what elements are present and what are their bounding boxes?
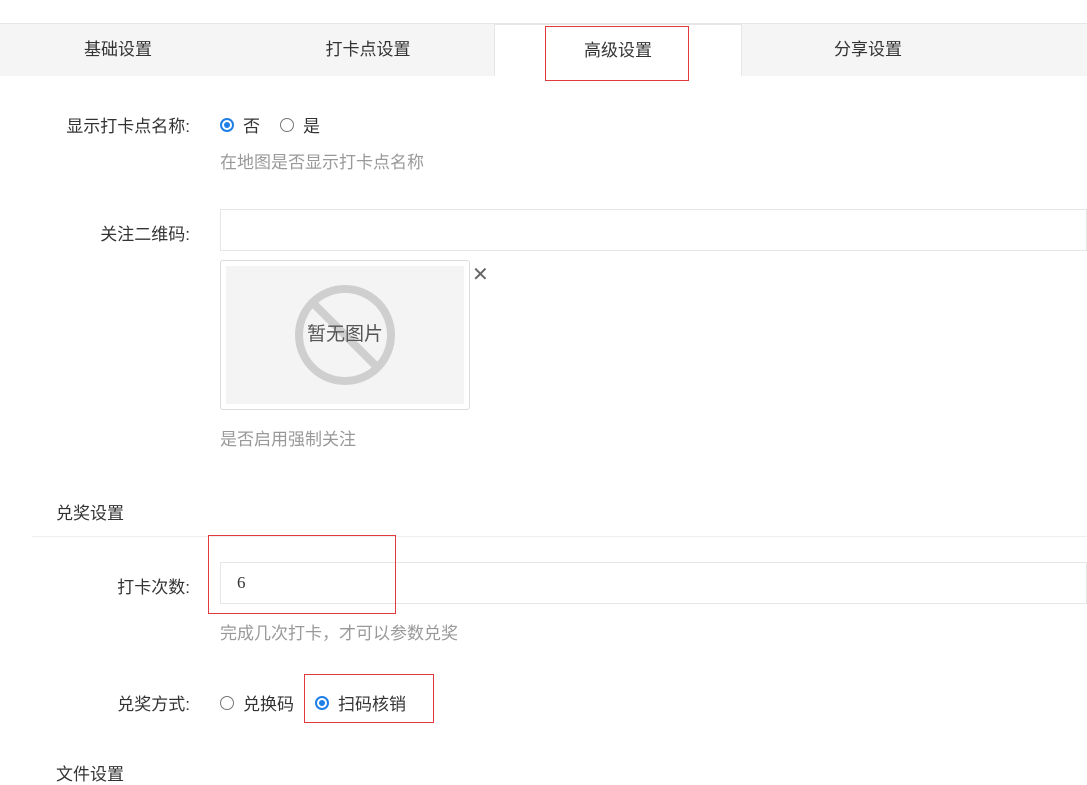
remove-image-icon[interactable]: ✕ xyxy=(472,262,489,287)
show-name-label: 显示打卡点名称: xyxy=(66,117,190,136)
radio-label: 兑换码 xyxy=(243,695,294,714)
checkin-count-hint: 完成几次打卡，才可以参数兑奖 xyxy=(220,624,458,643)
tab-checkin-point-settings[interactable]: 打卡点设置 xyxy=(244,24,492,76)
next-section-title: 文件设置 xyxy=(56,765,124,784)
radio-checked-icon xyxy=(315,695,329,710)
tab-share-settings[interactable]: 分享设置 xyxy=(744,24,992,76)
show-name-hint: 在地图是否显示打卡点名称 xyxy=(220,153,424,172)
no-image-text: 暂无图片 xyxy=(306,324,383,345)
no-image-placeholder: 暂无图片 xyxy=(226,266,464,404)
checkin-count-label: 打卡次数: xyxy=(117,578,190,597)
qrcode-input[interactable] xyxy=(220,209,1087,251)
radio-unchecked-icon xyxy=(220,695,234,710)
qrcode-image-preview[interactable]: 暂无图片 xyxy=(220,260,470,410)
qrcode-hint: 是否启用强制关注 xyxy=(220,430,356,449)
settings-tabs: 基础设置 打卡点设置 高级设置 分享设置 xyxy=(0,24,1087,76)
radio-label: 否 xyxy=(243,117,260,136)
prize-method-radio-code[interactable]: 兑换码 xyxy=(220,690,294,715)
qrcode-label: 关注二维码: xyxy=(100,225,190,244)
prize-method-label: 兑奖方式: xyxy=(117,695,190,714)
radio-label: 是 xyxy=(303,117,320,136)
section-divider xyxy=(32,536,1087,537)
show-name-radio-no[interactable]: 否 xyxy=(220,112,260,137)
show-name-radio-yes[interactable]: 是 xyxy=(280,112,320,137)
radio-label: 扫码核销 xyxy=(338,695,406,714)
checkin-count-input[interactable] xyxy=(220,562,1087,604)
radio-unchecked-icon xyxy=(280,117,294,132)
prize-section-title: 兑奖设置 xyxy=(56,504,124,523)
radio-checked-icon xyxy=(220,117,234,132)
tab-basic-settings[interactable]: 基础设置 xyxy=(0,24,236,76)
prize-method-radio-scan[interactable]: 扫码核销 xyxy=(315,690,406,715)
tab-advanced-settings[interactable]: 高级设置 xyxy=(494,24,742,76)
